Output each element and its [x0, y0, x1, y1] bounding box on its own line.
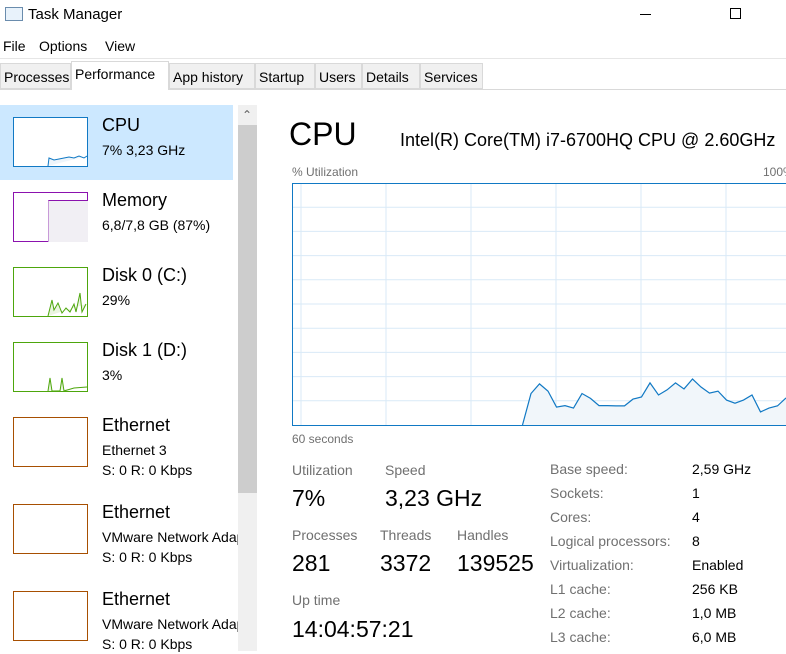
speed-label: Speed: [385, 462, 425, 478]
sidebar-item-name: Memory: [102, 190, 167, 211]
utilization-area: [523, 379, 786, 425]
sidebar-item-name: Disk 0 (C:): [102, 265, 187, 286]
processes-label: Processes: [292, 527, 357, 543]
sidebar-thumbnail-graph: [13, 504, 88, 554]
divider: [0, 58, 786, 59]
sidebar-item[interactable]: Disk 0 (C:)29%: [0, 255, 233, 330]
sidebar-item-name: Disk 1 (D:): [102, 340, 187, 361]
sidebar-item-throughput: S: 0 R: 0 Kbps: [102, 636, 238, 652]
tab-users[interactable]: Users: [315, 63, 362, 89]
sidebar-thumbnail-graph: [13, 417, 88, 467]
minimize-button[interactable]: [640, 14, 651, 15]
uptime-label: Up time: [292, 592, 340, 608]
sidebar-item-name: Ethernet: [102, 415, 170, 436]
y-axis-max: 100%: [763, 165, 786, 179]
utilization-label: Utilization: [292, 462, 353, 478]
detail-label: L3 cache:: [550, 629, 611, 645]
cpu-model: Intel(R) Core(TM) i7-6700HQ CPU @ 2.60GH…: [400, 130, 775, 151]
sidebar-item[interactable]: CPU7% 3,23 GHz: [0, 105, 233, 180]
detail-value: 6,0 MB: [692, 629, 736, 645]
sidebar-thumbnail-graph: [13, 342, 88, 392]
handles-value: 139525: [457, 550, 534, 577]
speed-value: 3,23 GHz: [385, 485, 482, 512]
detail-label: Sockets:: [550, 485, 604, 501]
detail-label: Base speed:: [550, 461, 628, 477]
menu-options[interactable]: Options: [39, 38, 87, 54]
sidebar-item-detail: 6,8/7,8 GB (87%): [102, 217, 238, 233]
handles-label: Handles: [457, 527, 508, 543]
detail-value: 4: [692, 509, 700, 525]
sidebar-item-detail: 7% 3,23 GHz: [102, 142, 238, 158]
tab-processes[interactable]: Processes: [0, 63, 71, 89]
sidebar-item[interactable]: Memory6,8/7,8 GB (87%): [0, 180, 233, 255]
sidebar-item-name: CPU: [102, 115, 140, 136]
detail-label: Logical processors:: [550, 533, 671, 549]
utilization-value: 7%: [292, 485, 325, 512]
window-title: Task Manager: [28, 6, 122, 23]
tab-performance[interactable]: Performance: [71, 61, 169, 90]
detail-label: L2 cache:: [550, 605, 611, 621]
detail-value: 1: [692, 485, 700, 501]
detail-value: 256 KB: [692, 581, 738, 597]
task-manager-icon: [5, 7, 23, 21]
detail-value: 8: [692, 533, 700, 549]
cpu-utilization-graph: [292, 183, 786, 426]
sidebar-thumbnail-graph: [13, 192, 88, 242]
menu-file[interactable]: File: [3, 38, 26, 54]
scrollbar-thumb[interactable]: [238, 125, 257, 493]
sidebar-thumbnail-graph: [13, 117, 88, 167]
x-axis-label: 60 seconds: [292, 432, 353, 446]
page-title: CPU: [289, 116, 357, 153]
detail-value: 1,0 MB: [692, 605, 736, 621]
sidebar-item-detail: 29%: [102, 292, 238, 308]
sidebar-item-detail: Ethernet 3: [102, 442, 238, 458]
maximize-button[interactable]: [730, 8, 741, 19]
tab-details[interactable]: Details: [362, 63, 420, 89]
y-axis-label: % Utilization: [292, 165, 358, 179]
sidebar-item-throughput: S: 0 R: 0 Kbps: [102, 549, 238, 565]
tab-app-history[interactable]: App history: [169, 63, 255, 89]
threads-label: Threads: [380, 527, 431, 543]
detail-value: Enabled: [692, 557, 743, 573]
threads-value: 3372: [380, 550, 431, 577]
sidebar-item[interactable]: Disk 1 (D:)3%: [0, 330, 233, 405]
sidebar-item[interactable]: EthernetVMware Network AdapterS: 0 R: 0 …: [0, 579, 233, 654]
tab-startup[interactable]: Startup: [255, 63, 315, 89]
detail-label: Virtualization:: [550, 557, 634, 573]
sidebar-thumbnail-graph: [13, 267, 88, 317]
processes-value: 281: [292, 550, 330, 577]
sidebar-item[interactable]: EthernetEthernet 3S: 0 R: 0 Kbps: [0, 405, 233, 480]
detail-value: 2,59 GHz: [692, 461, 751, 477]
sidebar-item-throughput: S: 0 R: 0 Kbps: [102, 462, 238, 478]
tab-services[interactable]: Services: [420, 63, 483, 89]
sidebar-item-detail: VMware Network Adapter: [102, 616, 238, 632]
sidebar-item-name: Ethernet: [102, 589, 170, 610]
sidebar-thumbnail-graph: [13, 591, 88, 641]
detail-label: L1 cache:: [550, 581, 611, 597]
sidebar-item-detail: VMware Network Adapter: [102, 529, 238, 545]
menu-view[interactable]: View: [105, 38, 135, 54]
sidebar-item-name: Ethernet: [102, 502, 170, 523]
detail-label: Cores:: [550, 509, 591, 525]
uptime-value: 14:04:57:21: [292, 616, 414, 643]
scroll-up-arrow-icon[interactable]: ⌃: [242, 108, 252, 122]
sidebar-item[interactable]: EthernetVMware Network AdapterS: 0 R: 0 …: [0, 492, 233, 567]
sidebar-item-detail: 3%: [102, 367, 238, 383]
